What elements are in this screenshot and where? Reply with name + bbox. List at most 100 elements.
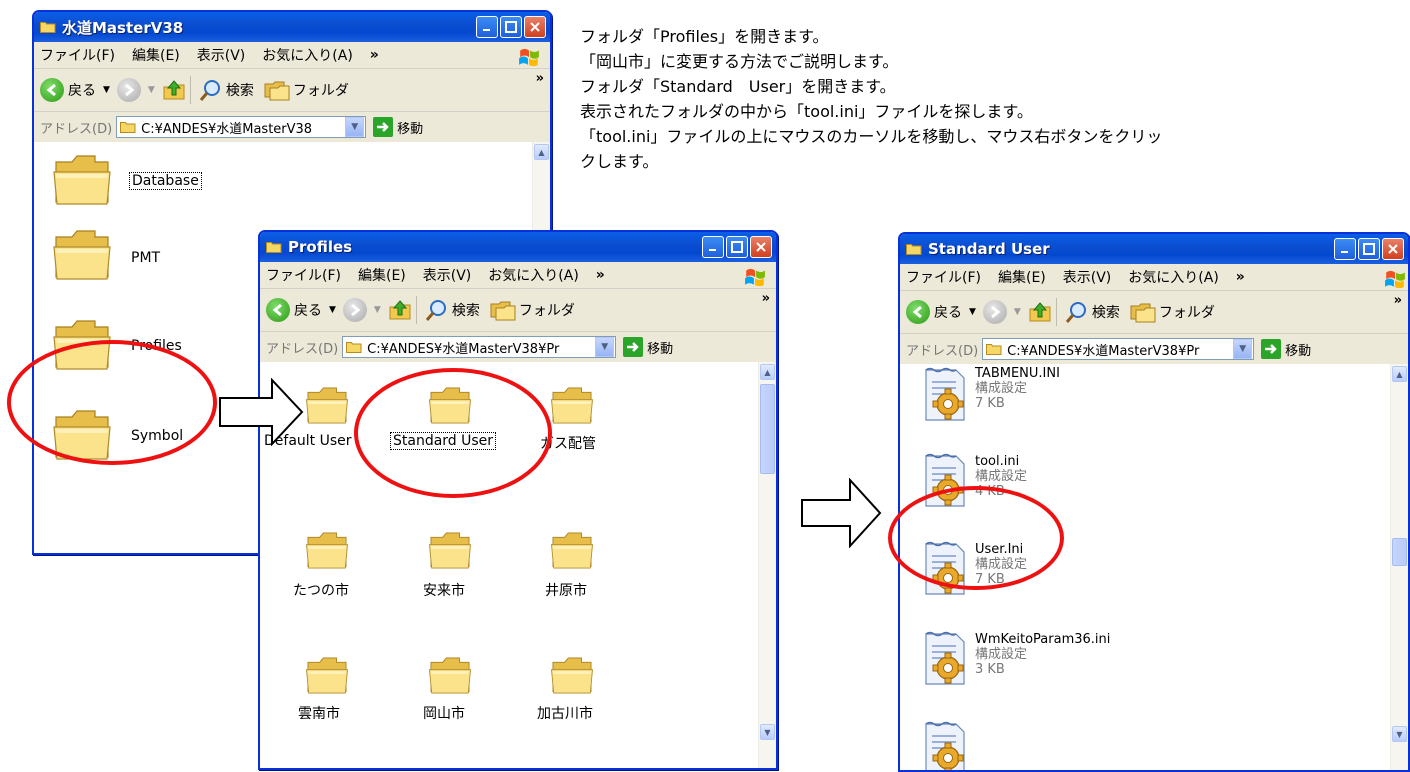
close-button[interactable] — [1382, 238, 1404, 260]
folder-label-okayama[interactable]: 岡山市 — [423, 703, 465, 723]
address-dropdown-icon[interactable]: ▼ — [345, 117, 365, 137]
go-button-label[interactable]: 移動 — [1285, 340, 1311, 359]
ini-file-icon[interactable] — [920, 630, 970, 686]
go-button-label[interactable]: 移動 — [647, 338, 673, 357]
toolbar-more-chevron[interactable]: » — [536, 71, 544, 86]
scroll-thumb[interactable] — [1392, 538, 1407, 566]
up-folder-icon[interactable] — [1028, 300, 1052, 324]
menu-favorites[interactable]: お気に入り(A) — [488, 265, 579, 285]
search-button-label[interactable]: 検索 — [1092, 302, 1120, 322]
folder-label-pmt[interactable]: PMT — [131, 250, 160, 266]
forward-arrow-icon[interactable] — [116, 78, 141, 102]
scroll-up-icon[interactable]: ▲ — [1392, 366, 1407, 382]
go-arrow-icon[interactable] — [373, 117, 394, 137]
minimize-button[interactable] — [702, 236, 724, 258]
menu-favorites[interactable]: お気に入り(A) — [1128, 267, 1219, 287]
folder-icon[interactable] — [305, 655, 349, 696]
forward-arrow-icon[interactable] — [982, 300, 1007, 324]
folder-icon[interactable] — [428, 655, 472, 696]
folder-icon[interactable] — [550, 655, 594, 696]
go-button-label[interactable]: 移動 — [397, 118, 423, 137]
list-item[interactable]: TABMENU.INI 構成設定 7 KB — [975, 366, 1060, 411]
close-button[interactable] — [524, 16, 546, 38]
folder-icon[interactable] — [550, 530, 594, 571]
scroll-thumb[interactable] — [760, 384, 775, 474]
menu-edit[interactable]: 編集(E) — [358, 265, 406, 285]
address-field[interactable]: C:¥ANDES¥水道MasterV38¥Pr ▼ — [342, 336, 617, 358]
go-arrow-icon[interactable] — [623, 337, 644, 357]
folders-icon[interactable] — [1130, 301, 1156, 323]
search-icon[interactable] — [425, 298, 449, 322]
address-dropdown-icon[interactable]: ▼ — [595, 337, 615, 357]
back-button-label[interactable]: 戻る — [68, 80, 96, 100]
back-button-label[interactable]: 戻る — [294, 300, 322, 320]
folder-label-tatsuno[interactable]: たつの市 — [293, 580, 349, 600]
title-bar[interactable]: Profiles — [260, 232, 776, 262]
forward-arrow-icon[interactable] — [342, 298, 367, 322]
back-dropdown-icon[interactable]: ▼ — [969, 307, 976, 317]
list-item[interactable] — [52, 227, 112, 287]
title-bar[interactable]: 水道MasterV38 — [34, 12, 550, 42]
search-button-label[interactable]: 検索 — [452, 300, 480, 320]
folder-icon[interactable] — [550, 385, 594, 426]
up-folder-icon[interactable] — [162, 78, 186, 102]
scroll-down-icon[interactable]: ▼ — [1392, 726, 1407, 742]
search-button-label[interactable]: 検索 — [226, 80, 254, 100]
maximize-button[interactable] — [726, 236, 748, 258]
menu-more-chevron[interactable]: » — [1236, 269, 1245, 285]
menu-edit[interactable]: 編集(E) — [132, 45, 180, 65]
scroll-up-icon[interactable]: ▲ — [534, 144, 549, 160]
title-bar[interactable]: Standard User — [900, 234, 1408, 264]
list-item[interactable] — [52, 152, 112, 212]
folder-icon[interactable] — [305, 385, 349, 426]
vertical-scrollbar[interactable]: ▲ ▼ — [758, 362, 776, 768]
menu-file[interactable]: ファイル(F) — [906, 267, 981, 287]
menu-view[interactable]: 表示(V) — [1063, 267, 1112, 287]
folder-icon[interactable] — [428, 530, 472, 571]
menu-more-chevron[interactable]: » — [370, 47, 379, 63]
maximize-button[interactable] — [500, 16, 522, 38]
search-icon[interactable] — [1065, 300, 1089, 324]
menu-view[interactable]: 表示(V) — [197, 45, 246, 65]
ini-file-icon[interactable] — [920, 366, 970, 422]
back-arrow-icon[interactable] — [906, 300, 930, 324]
back-dropdown-icon[interactable]: ▼ — [103, 85, 110, 95]
minimize-button[interactable] — [476, 16, 498, 38]
scroll-up-icon[interactable]: ▲ — [760, 364, 775, 380]
back-button-label[interactable]: 戻る — [934, 302, 962, 322]
folder-label-yasugi[interactable]: 安来市 — [423, 580, 465, 600]
folders-button-label[interactable]: フォルダ — [293, 80, 349, 100]
forward-dropdown-icon[interactable]: ▼ — [148, 85, 155, 95]
toolbar-more-chevron[interactable]: » — [762, 291, 770, 306]
forward-dropdown-icon[interactable]: ▼ — [1014, 307, 1021, 317]
menu-favorites[interactable]: お気に入り(A) — [262, 45, 353, 65]
folders-button-label[interactable]: フォルダ — [1159, 302, 1215, 322]
folders-icon[interactable] — [490, 299, 516, 321]
address-dropdown-icon[interactable]: ▼ — [1233, 339, 1253, 359]
folder-label-kakogawa[interactable]: 加古川市 — [537, 703, 593, 723]
go-arrow-icon[interactable] — [1261, 339, 1282, 359]
forward-dropdown-icon[interactable]: ▼ — [374, 305, 381, 315]
folders-button-label[interactable]: フォルダ — [519, 300, 575, 320]
folder-label-unnan[interactable]: 雲南市 — [298, 703, 340, 723]
folder-icon[interactable] — [305, 530, 349, 571]
search-icon[interactable] — [199, 78, 223, 102]
menu-edit[interactable]: 編集(E) — [998, 267, 1046, 287]
scroll-down-icon[interactable]: ▼ — [760, 724, 775, 740]
menu-file[interactable]: ファイル(F) — [40, 45, 115, 65]
close-button[interactable] — [750, 236, 772, 258]
back-arrow-icon[interactable] — [266, 298, 290, 322]
list-item[interactable]: WmKeitoParam36.ini 構成設定 3 KB — [975, 632, 1110, 677]
folder-label-database[interactable]: Database — [129, 172, 202, 190]
toolbar-more-chevron[interactable]: » — [1394, 293, 1402, 308]
menu-view[interactable]: 表示(V) — [423, 265, 472, 285]
folder-label-ibara[interactable]: 井原市 — [545, 580, 587, 600]
vertical-scrollbar[interactable]: ▲ ▼ — [1390, 364, 1408, 770]
menu-more-chevron[interactable]: » — [596, 267, 605, 283]
back-arrow-icon[interactable] — [40, 78, 64, 102]
back-dropdown-icon[interactable]: ▼ — [329, 305, 336, 315]
folders-icon[interactable] — [264, 79, 290, 101]
menu-file[interactable]: ファイル(F) — [266, 265, 341, 285]
ini-file-icon[interactable] — [920, 720, 970, 770]
address-field[interactable]: C:¥ANDES¥水道MasterV38 ▼ — [116, 116, 367, 138]
